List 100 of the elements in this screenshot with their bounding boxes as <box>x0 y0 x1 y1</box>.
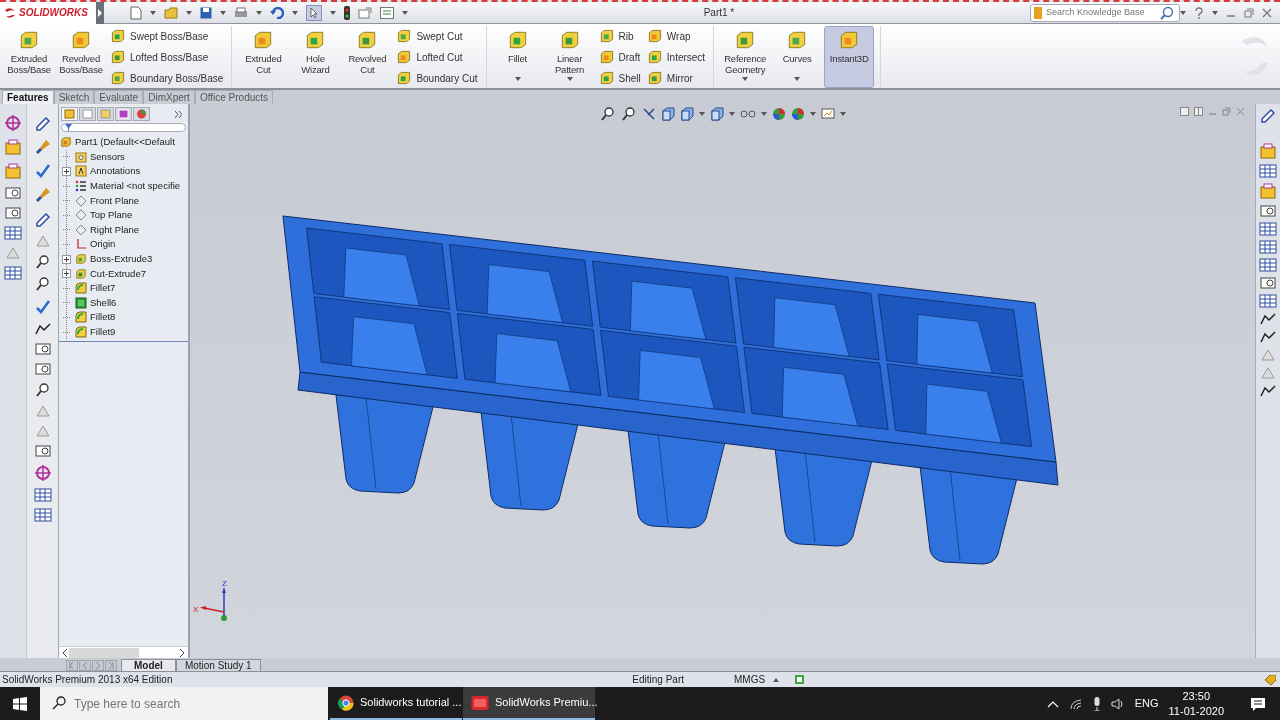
printer-icon[interactable] <box>233 6 248 19</box>
caret-icon[interactable] <box>810 112 816 116</box>
caret-icon[interactable] <box>329 10 336 15</box>
scrollbar[interactable] <box>59 646 188 658</box>
ribbon-button[interactable]: Rib <box>596 26 643 46</box>
monitor-icon[interactable] <box>821 108 835 120</box>
microphone-icon[interactable] <box>1092 696 1101 711</box>
expand-icon[interactable] <box>175 110 182 118</box>
ribbon-button[interactable]: Swept Boss/Base <box>108 26 226 46</box>
ribbon-button[interactable]: Swept Cut <box>394 26 480 46</box>
tree-item[interactable]: Right Plane <box>75 222 140 238</box>
ribbon-button[interactable]: Shell <box>596 68 643 88</box>
filter-field[interactable] <box>61 123 186 132</box>
tab[interactable]: Office Products <box>194 90 274 104</box>
ribbon-button[interactable]: Intersect <box>644 47 708 67</box>
glasses-icon[interactable] <box>740 109 756 119</box>
undo-icon[interactable] <box>269 6 284 19</box>
ribbon-button[interactable]: Lofted Boss/Base <box>108 47 226 67</box>
split-view-icon[interactable] <box>1180 107 1189 116</box>
caret-icon[interactable] <box>401 10 408 15</box>
split-view-icon[interactable] <box>1194 107 1203 116</box>
tag-icon[interactable] <box>1264 674 1276 685</box>
ribbon-button[interactable]: Hole Wizard <box>290 26 341 88</box>
tree-item[interactable]: Origin <box>75 237 116 252</box>
sphere-icon[interactable] <box>791 107 805 121</box>
ribbon-button[interactable]: Wrap <box>644 26 708 46</box>
tab[interactable]: Evaluate <box>94 90 144 104</box>
tree-item[interactable]: Fillet7 <box>75 280 116 296</box>
ribbon-button[interactable]: Draft <box>596 47 643 67</box>
windows-icon[interactable] <box>13 696 27 711</box>
traffic-light-icon[interactable] <box>343 5 350 20</box>
wifi-icon[interactable] <box>1068 697 1083 710</box>
caret-up-icon[interactable] <box>773 677 780 682</box>
panel-tab[interactable] <box>133 107 150 121</box>
search-field[interactable]: Search Knowledge Base <box>1030 3 1180 22</box>
tree-item[interactable]: Sensors <box>75 149 125 165</box>
tree-item[interactable]: Shell6 <box>75 295 117 311</box>
tree-item[interactable]: Annotations <box>75 164 141 179</box>
ribbon-button[interactable]: Fillet <box>492 26 543 88</box>
caret-icon[interactable] <box>729 112 735 116</box>
panel-tab[interactable] <box>61 107 78 121</box>
tab[interactable]: Sketch <box>53 90 95 104</box>
section-view-icon[interactable] <box>661 107 675 121</box>
tab[interactable]: DimXpert <box>143 90 195 104</box>
language-indicator[interactable]: ENG <box>1134 695 1159 712</box>
tree-item[interactable]: Boss-Extrude3 <box>75 251 153 267</box>
chevron-up-icon[interactable] <box>1046 699 1059 708</box>
ribbon-button[interactable]: Revolved Cut <box>342 26 393 88</box>
tree-item[interactable]: Top Plane <box>75 207 133 223</box>
pointer-icon[interactable] <box>305 4 322 21</box>
cube-icon[interactable] <box>710 107 724 121</box>
ribbon-button[interactable]: Reference Geometry <box>720 26 771 88</box>
expand-box-icon[interactable] <box>62 167 71 176</box>
caret-icon[interactable] <box>761 112 767 116</box>
tree-item[interactable]: Part1 (Default<<Default <box>60 135 188 150</box>
previous-view-icon[interactable] <box>642 107 656 121</box>
tab[interactable]: Model <box>121 659 176 671</box>
expand-box-icon[interactable] <box>62 269 71 279</box>
caret-icon[interactable] <box>699 112 705 116</box>
tree-item[interactable]: Cut-Extrude7 <box>75 266 146 281</box>
ribbon-button[interactable]: Boundary Boss/Base <box>108 68 226 88</box>
close-icon[interactable] <box>1262 7 1272 18</box>
tree-item[interactable]: Front Plane <box>75 193 140 208</box>
tab[interactable]: Features <box>2 90 54 104</box>
ribbon-button[interactable]: Extruded Boss/Base <box>4 26 54 88</box>
clock-time[interactable]: 23:50 <box>1182 688 1211 704</box>
units-selector[interactable]: MMGS <box>734 672 766 687</box>
caret-icon[interactable] <box>291 10 298 15</box>
ribbon-button[interactable]: Lofted Cut <box>394 47 480 67</box>
ribbon-button[interactable]: Curves <box>772 26 823 88</box>
caret-icon[interactable] <box>566 77 573 81</box>
clock-date[interactable]: 11-01-2020 <box>1168 703 1224 719</box>
ribbon-button[interactable]: Revolved Boss/Base <box>56 26 106 88</box>
caret-icon[interactable] <box>794 77 801 81</box>
save-icon[interactable] <box>199 6 212 19</box>
caret-icon[interactable] <box>1180 10 1186 15</box>
caret-icon[interactable] <box>514 77 521 81</box>
ribbon-button[interactable]: Extruded Cut <box>238 26 289 88</box>
cube-icon[interactable] <box>680 107 694 121</box>
ribbon-button[interactable]: Boundary Cut <box>394 68 480 88</box>
taskbar-search-field[interactable]: Type here to search <box>40 687 328 720</box>
speaker-icon[interactable] <box>1110 697 1125 710</box>
tab[interactable]: Motion Study 1 <box>175 659 261 671</box>
caret-icon[interactable] <box>219 10 226 15</box>
expand-box-icon[interactable] <box>62 254 71 264</box>
sphere-icon[interactable] <box>772 107 786 121</box>
caret-icon[interactable] <box>149 10 156 15</box>
folder-icon[interactable] <box>163 6 178 19</box>
notification-icon[interactable] <box>1250 695 1266 712</box>
panel-tab[interactable] <box>115 107 132 121</box>
scroll-right-icon[interactable] <box>180 648 185 657</box>
tree-item[interactable]: Material <not specifie <box>75 178 181 194</box>
caret-icon[interactable] <box>185 10 192 15</box>
search-icon[interactable] <box>1160 5 1174 20</box>
taskbar-app-button[interactable]: SolidWorks Premiu... <box>463 687 595 720</box>
caret-icon[interactable] <box>742 77 749 81</box>
new-document-icon[interactable] <box>129 5 142 20</box>
tree-item[interactable]: Fillet9 <box>75 324 116 340</box>
caret-icon[interactable] <box>255 10 262 15</box>
caret-icon[interactable] <box>840 112 846 116</box>
